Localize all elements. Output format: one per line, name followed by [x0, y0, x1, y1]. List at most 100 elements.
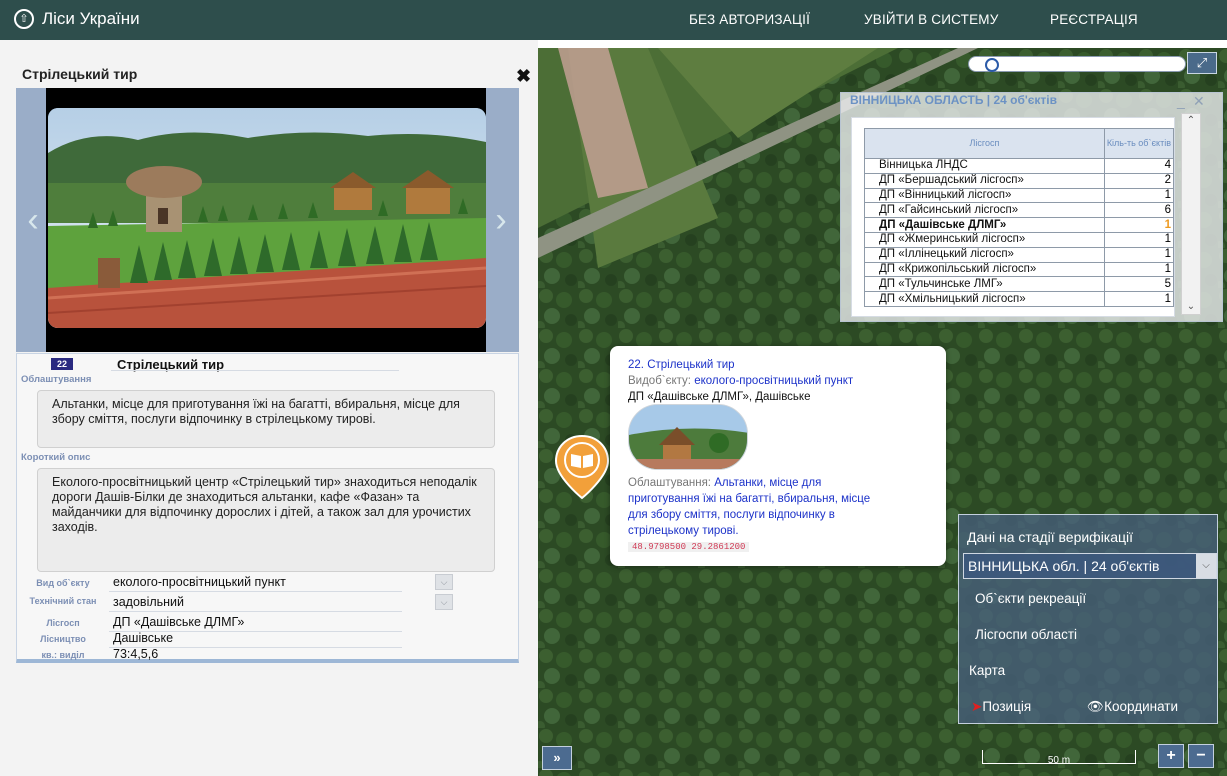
field-label: кв.: виділ — [41, 650, 85, 660]
popup-facilities-line3: для збору сміття, послуги відпочинку в — [628, 509, 835, 521]
table-scrollbar[interactable]: ⌃ ⌄ — [1181, 113, 1201, 315]
forestry-name-cell[interactable]: ДП «Дашівське ДЛМГ» — [864, 217, 1105, 233]
table-row[interactable]: ДП «Жмеринський лісгосп» 1 — [864, 231, 1174, 248]
close-icon[interactable]: ✖ — [516, 66, 531, 87]
popup-facilities-line2: приготування їжі на багатті, вбиральня, … — [628, 493, 871, 505]
forestry-name-cell[interactable]: ДП «Вінницький лісгосп» — [864, 187, 1105, 204]
gallery-next-icon[interactable]: › — [490, 200, 512, 240]
forestry-name-cell[interactable]: ДП «Бершадський лісгосп» — [864, 172, 1105, 189]
field-underline — [109, 611, 402, 612]
object-count-cell: 2 — [1103, 172, 1174, 189]
forestry-name-cell[interactable]: Вінницька ЛНДС — [864, 158, 1105, 174]
map-menu: Дані на стадії верифікації ВІННИЦЬКА обл… — [958, 514, 1218, 724]
nav-guest-link[interactable]: БЕЗ АВТОРИЗАЦІЇ — [689, 12, 810, 27]
popup-number: 22. — [628, 359, 644, 371]
zoom-in-button[interactable]: + — [1158, 744, 1184, 768]
description-textarea[interactable]: Еколого-просвітницький центр «Стрілецьки… — [37, 468, 495, 572]
menu-region-forestries[interactable]: Лісгоспи області — [975, 627, 1077, 642]
minimize-icon[interactable]: _ — [1177, 93, 1185, 109]
field-value[interactable]: задовільний — [113, 595, 184, 609]
location-pin-icon[interactable] — [554, 434, 610, 505]
region-window-title: ВІННИЦЬКА ОБЛАСТЬ | 24 об'єктів — [850, 93, 1057, 107]
popup-type-label: Видоб`єкту: — [628, 375, 691, 387]
popup-facilities-line4: стрілецькому тирові. — [628, 525, 739, 537]
col-header-count[interactable]: Кіль-ть об`єктів — [1103, 128, 1174, 159]
object-count-cell: 1 — [1103, 246, 1174, 263]
forestry-name-cell[interactable]: ДП «Жмеринський лісгосп» — [864, 231, 1105, 248]
field-object-type: Вид об`єкту еколого-просвітницький пункт… — [17, 574, 520, 592]
table-row[interactable]: ДП «Іллінецький лісгосп» 1 — [864, 246, 1174, 263]
object-details-panel: Стрілецький тир ✖ ‹ › 22 Стрілецький тир… — [0, 40, 538, 776]
position-label: Позиція — [982, 699, 1032, 714]
table-row[interactable]: ДП «Тульчинське ЛМГ» 5 — [864, 276, 1174, 293]
description-label: Короткий опис — [21, 452, 91, 463]
object-count-cell: 1 — [1103, 187, 1174, 204]
photo-frame — [46, 88, 486, 352]
facilities-label: Облаштування — [21, 374, 92, 385]
zoom-out-button[interactable]: − — [1188, 744, 1214, 768]
popup-title: 22. Стрілецький тир — [628, 358, 735, 372]
nav-register-link[interactable]: РЕЄСТРАЦІЯ — [1050, 12, 1138, 27]
region-window: ВІННИЦЬКА ОБЛАСТЬ | 24 об'єктів _ ✕ Лісг… — [840, 92, 1223, 322]
panel-title: Стрілецький тир — [22, 66, 138, 82]
table-row[interactable]: ДП «Вінницький лісгосп» 1 — [864, 187, 1174, 204]
popup-facilities: Облаштування: Альтанки, місце для — [628, 476, 821, 490]
field-value: ДП «Дашівське ДЛМГ» — [113, 615, 245, 629]
position-button[interactable]: ➤Позиція — [971, 699, 1031, 715]
field-label: Лісгосп — [46, 618, 80, 628]
object-count-cell: 1 — [1103, 291, 1174, 307]
object-count-cell: 6 — [1103, 202, 1174, 219]
location-arrow-icon: ➤ — [971, 699, 983, 714]
menu-map[interactable]: Карта — [969, 663, 1005, 678]
coordinates-button[interactable]: 👁Координати — [1087, 699, 1178, 715]
gallery-prev-icon[interactable]: ‹ — [22, 200, 44, 240]
object-count-cell: 1 — [1103, 261, 1174, 278]
popup-type: Видоб`єкту: еколого-просвітницький пункт — [628, 374, 853, 388]
chevron-down-icon[interactable]: ⌵ — [1196, 554, 1216, 578]
field-block: кв.: виділ 73:4,5,6 — [17, 646, 520, 664]
opacity-slider[interactable] — [968, 56, 1186, 72]
table-row[interactable]: Вінницька ЛНДС 4 — [864, 158, 1174, 174]
slider-handle[interactable] — [985, 58, 999, 72]
chevron-down-icon[interactable]: ⌵ — [435, 594, 453, 610]
photo-gallery: ‹ › — [16, 88, 519, 352]
fullscreen-icon[interactable]: ⤢ — [1187, 52, 1217, 74]
menu-recreation-objects[interactable]: Об`єкти рекреації — [975, 591, 1086, 606]
brand-name: Ліси України — [42, 9, 140, 28]
forestry-table-box: Лісгосп Кіль-ть об`єктів Вінницька ЛНДС 4… — [851, 117, 1175, 317]
coordinates-label: Координати — [1104, 699, 1179, 714]
forestry-name-cell[interactable]: ДП «Іллінецький лісгосп» — [864, 246, 1105, 263]
brand[interactable]: ⇧ Ліси України — [14, 9, 140, 29]
nav-login-link[interactable]: УВІЙТИ В СИСТЕМУ — [864, 12, 999, 27]
facilities-textarea[interactable]: Альтанки, місце для приготування їжі на … — [37, 390, 495, 448]
field-underline — [109, 591, 402, 592]
table-row[interactable]: ДП «Хмільницький лісгосп» 1 — [864, 291, 1174, 307]
satellite-map[interactable]: ⤢ ВІННИЦЬКА ОБЛАСТЬ | 24 об'єктів _ ✕ Лі… — [538, 48, 1227, 776]
table-row[interactable]: ДП «Дашівське ДЛМГ» 1 — [864, 217, 1174, 233]
forestry-name-cell[interactable]: ДП «Крижопільський лісгосп» — [864, 261, 1105, 278]
forestry-table: Лісгосп Кіль-ть об`єктів Вінницька ЛНДС 4… — [864, 128, 1174, 307]
forestry-name-cell[interactable]: ДП «Тульчинське ЛМГ» — [864, 276, 1105, 293]
field-label: Вид об`єкту — [36, 578, 90, 588]
scroll-down-icon[interactable]: ⌄ — [1182, 300, 1200, 314]
table-row[interactable]: ДП «Крижопільський лісгосп» 1 — [864, 261, 1174, 278]
forestry-name-cell[interactable]: ДП «Хмільницький лісгосп» — [864, 291, 1105, 307]
close-icon[interactable]: ✕ — [1193, 93, 1205, 110]
col-header-forestry[interactable]: Лісгосп — [864, 128, 1105, 159]
field-value[interactable]: еколого-просвітницький пункт — [113, 575, 286, 589]
popup-facilities-label: Облаштування: — [628, 477, 711, 489]
expand-panel-button[interactable]: » — [542, 746, 572, 770]
popup-thumbnail[interactable] — [628, 404, 748, 470]
field-tech-state: Технічний стан задовільний ⌵ — [17, 594, 520, 612]
field-label: Лісництво — [40, 634, 86, 644]
table-row[interactable]: ДП «Гайсинський лісгосп» 6 — [864, 202, 1174, 219]
scroll-up-icon[interactable]: ⌃ — [1182, 114, 1200, 128]
field-label: Технічний стан — [29, 596, 97, 606]
table-row[interactable]: ДП «Бершадський лісгосп» 2 — [864, 172, 1174, 189]
forestry-name-cell[interactable]: ДП «Гайсинський лісгосп» — [864, 202, 1105, 219]
chevron-down-icon[interactable]: ⌵ — [435, 574, 453, 590]
popup-type-value: еколого-просвітницький пункт — [694, 375, 854, 387]
object-popup: 22. Стрілецький тир Видоб`єкту: еколого-… — [610, 346, 946, 566]
popup-title-link[interactable]: Стрілецький тир — [647, 359, 734, 371]
region-select[interactable]: ВІННИЦЬКА обл. | 24 об'єктів ⌵ — [963, 553, 1217, 579]
